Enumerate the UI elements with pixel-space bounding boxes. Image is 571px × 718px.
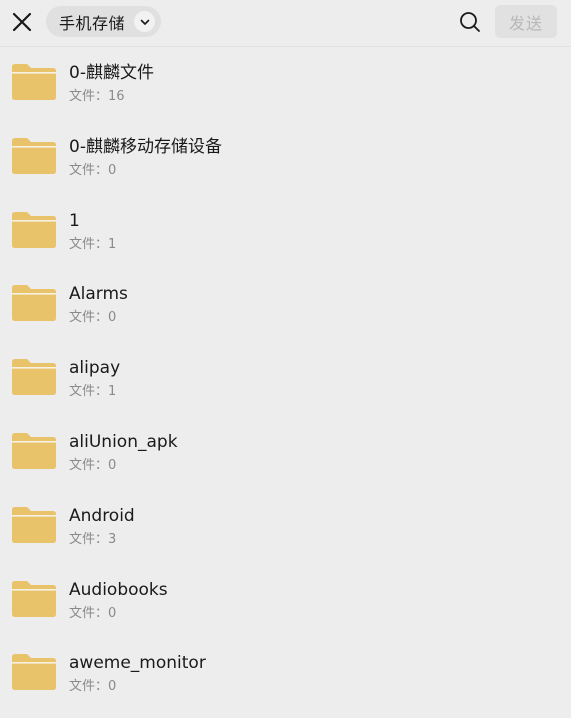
file-count: 文件：1: [69, 236, 117, 252]
file-count: 文件：0: [69, 310, 117, 326]
file-name: Audiobooks: [69, 579, 168, 600]
storage-selector[interactable]: 手机存储: [46, 6, 161, 37]
list-item[interactable]: 1 文件：1: [0, 195, 571, 269]
list-item[interactable]: aliUnion_apk 文件：0: [0, 416, 571, 490]
folder-icon: [12, 211, 56, 248]
folder-icon: [12, 64, 56, 100]
list-item[interactable]: Alarms 文件：0: [0, 268, 571, 342]
send-button[interactable]: 发送: [495, 5, 557, 38]
file-count: 文件：1: [69, 384, 117, 400]
file-name: Alarms: [69, 284, 128, 305]
file-name: 0-麒麟文件: [69, 63, 154, 83]
file-name: 0-麒麟移动存储设备: [69, 136, 222, 157]
file-count: 文件：0: [69, 679, 117, 695]
folder-icon: [12, 580, 56, 617]
top-bar: 手机存储 发送: [0, 0, 571, 47]
folder-icon: [12, 137, 56, 174]
list-item[interactable]: Android 文件：3: [0, 490, 571, 564]
file-name: aliUnion_apk: [69, 431, 178, 452]
file-count: 文件：3: [69, 531, 117, 547]
list-item[interactable]: alipay 文件：1: [0, 342, 571, 416]
folder-icon: [12, 359, 56, 396]
list-item[interactable]: 0-麒麟文件 文件：16: [0, 47, 571, 121]
file-count: 文件：16: [69, 89, 125, 104]
file-list: 0-麒麟文件 文件：16 0-麒麟移动存储设备 文件：0 1 文件：1 Alar…: [0, 47, 571, 711]
folder-icon: [12, 285, 56, 322]
file-name: alipay: [69, 358, 121, 379]
search-button[interactable]: [457, 9, 483, 35]
close-icon: [12, 12, 32, 32]
search-icon: [460, 12, 480, 32]
file-count: 文件：0: [69, 605, 117, 621]
folder-icon: [12, 432, 56, 469]
file-count: 文件：0: [69, 162, 117, 178]
list-item[interactable]: 0-麒麟移动存储设备 文件：0: [0, 121, 571, 195]
storage-label: 手机存储: [59, 13, 126, 33]
list-item[interactable]: Audiobooks 文件：0: [0, 564, 571, 638]
file-count: 文件：0: [69, 457, 117, 473]
file-name: Android: [69, 505, 135, 526]
close-button[interactable]: [9, 8, 35, 36]
file-name: 1: [69, 210, 80, 231]
folder-icon: [12, 654, 56, 691]
chevron-down-icon: [134, 11, 155, 32]
list-item[interactable]: aweme_monitor 文件：0: [0, 637, 571, 711]
folder-icon: [12, 506, 56, 543]
file-name: aweme_monitor: [69, 653, 206, 674]
